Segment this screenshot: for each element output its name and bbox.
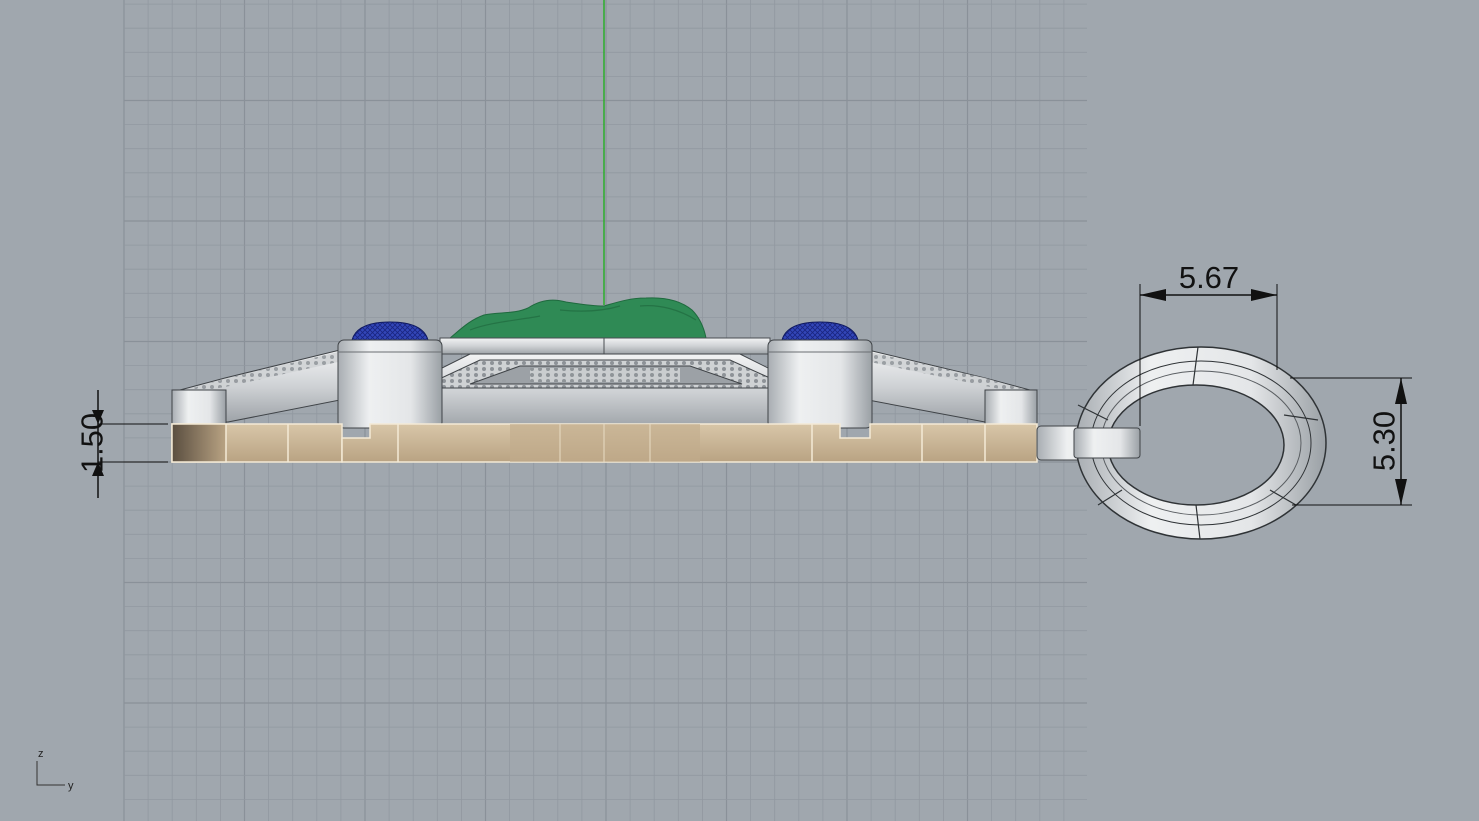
- left-post[interactable]: [337, 339, 443, 429]
- bail-connector-front: [1073, 427, 1141, 459]
- top-plate[interactable]: [439, 337, 771, 355]
- dimension-bail-height-label: 5.30: [1367, 411, 1402, 471]
- dimension-bail-width-label: 5.67: [1179, 260, 1239, 295]
- axis-label-y: y: [68, 780, 74, 792]
- dimension-base-thickness-label: 1.50: [75, 413, 110, 473]
- base-plate[interactable]: [171, 423, 1038, 463]
- rhino-right-viewport[interactable]: 1.50 5.67 5.30 z y: [0, 0, 1479, 821]
- right-end-block[interactable]: [984, 389, 1038, 425]
- left-end-block[interactable]: [171, 389, 227, 425]
- viewport-canvas[interactable]: 1.50 5.67 5.30 z y: [0, 0, 1479, 821]
- right-post[interactable]: [767, 339, 873, 429]
- center-pave-field: [530, 368, 680, 382]
- axis-label-z: z: [38, 748, 44, 760]
